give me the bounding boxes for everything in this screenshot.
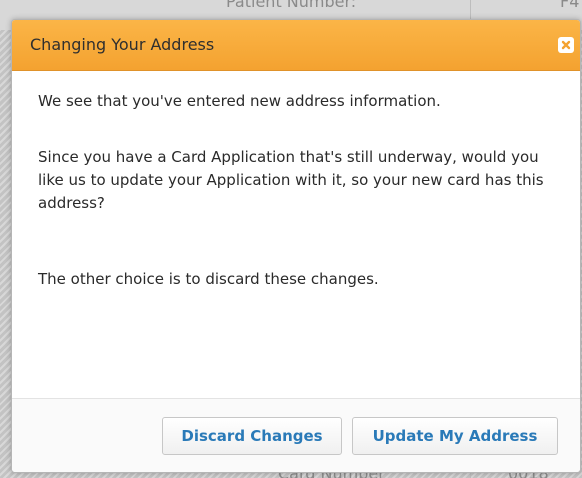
dialog-footer: Discard Changes Update My Address — [12, 398, 580, 472]
discard-changes-button[interactable]: Discard Changes — [162, 417, 342, 455]
close-button[interactable] — [558, 37, 574, 53]
page: Patient Number: F4 Card Number 0018 Chan… — [0, 0, 582, 478]
dialog-message-alternative: The other choice is to discard these cha… — [38, 270, 379, 288]
dialog-title: Changing Your Address — [30, 35, 215, 54]
close-icon — [561, 40, 571, 50]
dialog-header: Changing Your Address — [12, 20, 580, 71]
update-address-button[interactable]: Update My Address — [352, 417, 558, 455]
dialog-message-question: Since you have a Card Application that's… — [38, 148, 544, 212]
background-patient-number-value: F4 — [560, 0, 580, 11]
dialog-message-intro: We see that you've entered new address i… — [38, 92, 441, 110]
background-patient-number-label: Patient Number: — [226, 0, 357, 11]
address-change-dialog: Changing Your Address We see that you've… — [11, 19, 581, 473]
